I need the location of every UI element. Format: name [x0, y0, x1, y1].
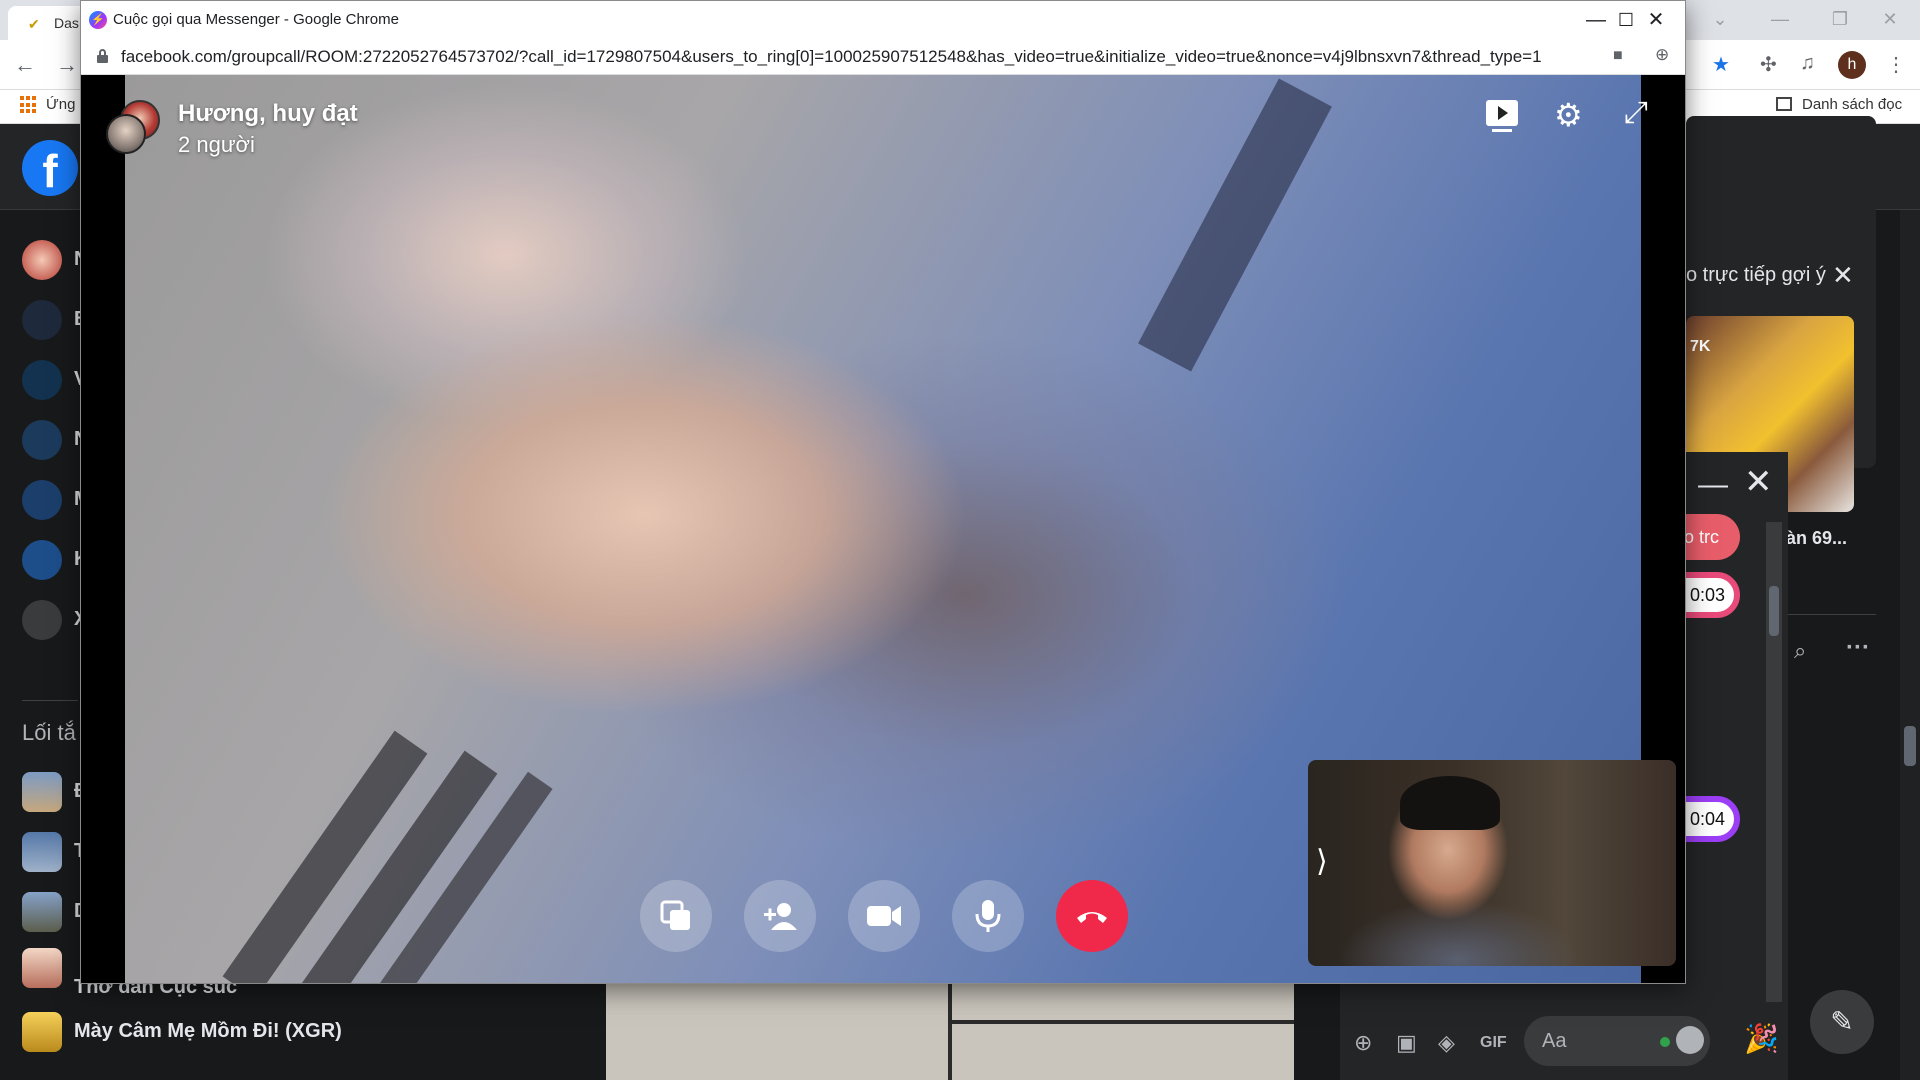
video-detail — [1400, 776, 1500, 830]
media-control-icon[interactable]: ♫ — [1800, 52, 1815, 75]
add-person-button[interactable] — [744, 880, 816, 952]
extensions-icon[interactable]: ✣ — [1760, 52, 1777, 77]
see-more-chevron-icon[interactable] — [22, 600, 62, 640]
tab-search-icon[interactable]: ⌄ — [1690, 0, 1750, 40]
bookmark-star-icon[interactable]: ★ — [1712, 52, 1730, 77]
present-icon[interactable] — [1486, 100, 1518, 132]
call-group-name: Hương, huy đạt — [178, 100, 358, 127]
settings-icon[interactable]: ⚙ — [1554, 96, 1583, 134]
messenger-favicon-icon: ⚡ — [89, 11, 107, 29]
reading-list-label: Danh sách đọc — [1802, 96, 1903, 113]
minimize-chat-icon[interactable]: — — [1698, 468, 1728, 502]
call-address-bar[interactable]: facebook.com/groupcall/ROOM:272205276457… — [81, 39, 1685, 75]
page-scrollbar[interactable] — [1900, 210, 1920, 1080]
group-avatar — [106, 100, 162, 156]
chat-scroll-thumb[interactable] — [1769, 586, 1779, 636]
shortcut-thumb-4[interactable] — [22, 948, 62, 988]
end-call-button[interactable] — [1056, 880, 1128, 952]
profile-avatar-icon[interactable] — [22, 240, 62, 280]
photo-icon[interactable]: ▣ — [1396, 1030, 1417, 1056]
apps-grid-icon[interactable] — [20, 96, 38, 114]
photo-grid-divider — [948, 984, 952, 1080]
fullscreen-icon[interactable]: ⤢ — [1624, 96, 1648, 130]
chrome-menu-icon[interactable]: ⋮ — [1886, 52, 1906, 77]
participant-avatar — [106, 114, 146, 154]
page-scroll-thumb[interactable] — [1904, 726, 1916, 766]
call-window-titlebar[interactable]: ⚡ Cuộc gọi qua Messenger - Google Chrome… — [81, 1, 1685, 39]
self-video-preview[interactable]: ⟩ — [1308, 760, 1676, 966]
reading-list-icon — [1776, 97, 1792, 111]
microphone-button[interactable] — [952, 880, 1024, 952]
feed-photo-card[interactable] — [606, 984, 1294, 1080]
video-toggle-button[interactable] — [848, 880, 920, 952]
microphone-icon — [975, 900, 1001, 932]
call-url-text[interactable]: facebook.com/groupcall/ROOM:272205276457… — [121, 47, 1641, 67]
screen-share-button[interactable] — [640, 880, 712, 952]
dashboard-favicon-icon: ✔ — [28, 16, 40, 32]
photo-grid-divider — [952, 1020, 1294, 1024]
reading-list-button[interactable]: Danh sách đọc — [1776, 96, 1902, 113]
call-participant-count: 2 người — [178, 132, 255, 157]
shortcut-thumb-3[interactable] — [22, 892, 62, 932]
profile-avatar[interactable]: h — [1838, 51, 1866, 79]
live-video-caption[interactable]: àn 69... — [1786, 528, 1847, 549]
video-camera-icon — [867, 906, 901, 926]
groups-icon[interactable] — [22, 420, 62, 460]
apps-bookmark-label[interactable]: Ứng — [46, 96, 76, 113]
background-tab-title: Das — [54, 15, 79, 31]
watch-icon[interactable] — [22, 360, 62, 400]
left-divider — [22, 700, 78, 701]
online-status-dot — [1660, 1037, 1670, 1047]
close-window-icon[interactable]: ✕ — [1860, 0, 1920, 40]
shortcuts-heading: Lối tắ — [22, 720, 76, 745]
new-message-icon[interactable]: ✎ — [1810, 990, 1874, 1054]
minimize-icon[interactable]: — — [1750, 0, 1810, 40]
viewer-count: 7K — [1690, 338, 1711, 355]
friends-icon[interactable] — [22, 300, 62, 340]
video-detail — [1138, 78, 1332, 372]
close-chat-icon[interactable]: ✕ — [1744, 462, 1773, 502]
memories-icon[interactable] — [22, 540, 62, 580]
collapse-self-view-icon[interactable]: ⟩ — [1316, 844, 1328, 879]
sticker-icon[interactable]: ◈ — [1438, 1030, 1455, 1056]
back-icon[interactable]: ← — [14, 52, 36, 78]
shortcut-thumb-5[interactable] — [22, 1012, 62, 1052]
close-icon[interactable]: ✕ — [1832, 260, 1854, 291]
call-window-title: Cuộc gọi qua Messenger - Google Chrome — [113, 11, 399, 28]
gif-icon[interactable]: GIF — [1480, 1034, 1507, 1052]
forward-icon[interactable]: → — [56, 52, 78, 78]
facebook-logo-icon[interactable]: f — [22, 140, 78, 197]
add-person-icon — [764, 903, 797, 930]
shortcut-thumb-2[interactable] — [22, 832, 62, 872]
party-icon[interactable]: 🎉 — [1744, 1022, 1779, 1055]
shortcut-label-5[interactable]: Mày Câm Mẹ Mồm Đi! (XGR) — [74, 1020, 342, 1043]
emoji-icon[interactable] — [1676, 1026, 1704, 1054]
shortcut-thumb-1[interactable] — [22, 772, 62, 812]
marketplace-icon[interactable] — [22, 480, 62, 520]
call-close-icon[interactable]: ✕ — [1627, 1, 1685, 39]
zoom-icon[interactable]: ⊕ — [1655, 45, 1669, 65]
more-options-icon[interactable]: ··· — [1846, 634, 1870, 662]
lock-icon — [97, 49, 108, 63]
camera-permission-icon[interactable]: ■ — [1613, 47, 1623, 65]
live-suggest-title: o trực tiếp gợi ý — [1686, 264, 1826, 286]
end-call-icon — [1077, 912, 1107, 923]
search-icon[interactable]: ⌕ — [1794, 638, 1806, 664]
screen-share-icon — [660, 900, 690, 930]
more-actions-icon[interactable]: ⊕ — [1354, 1030, 1372, 1056]
